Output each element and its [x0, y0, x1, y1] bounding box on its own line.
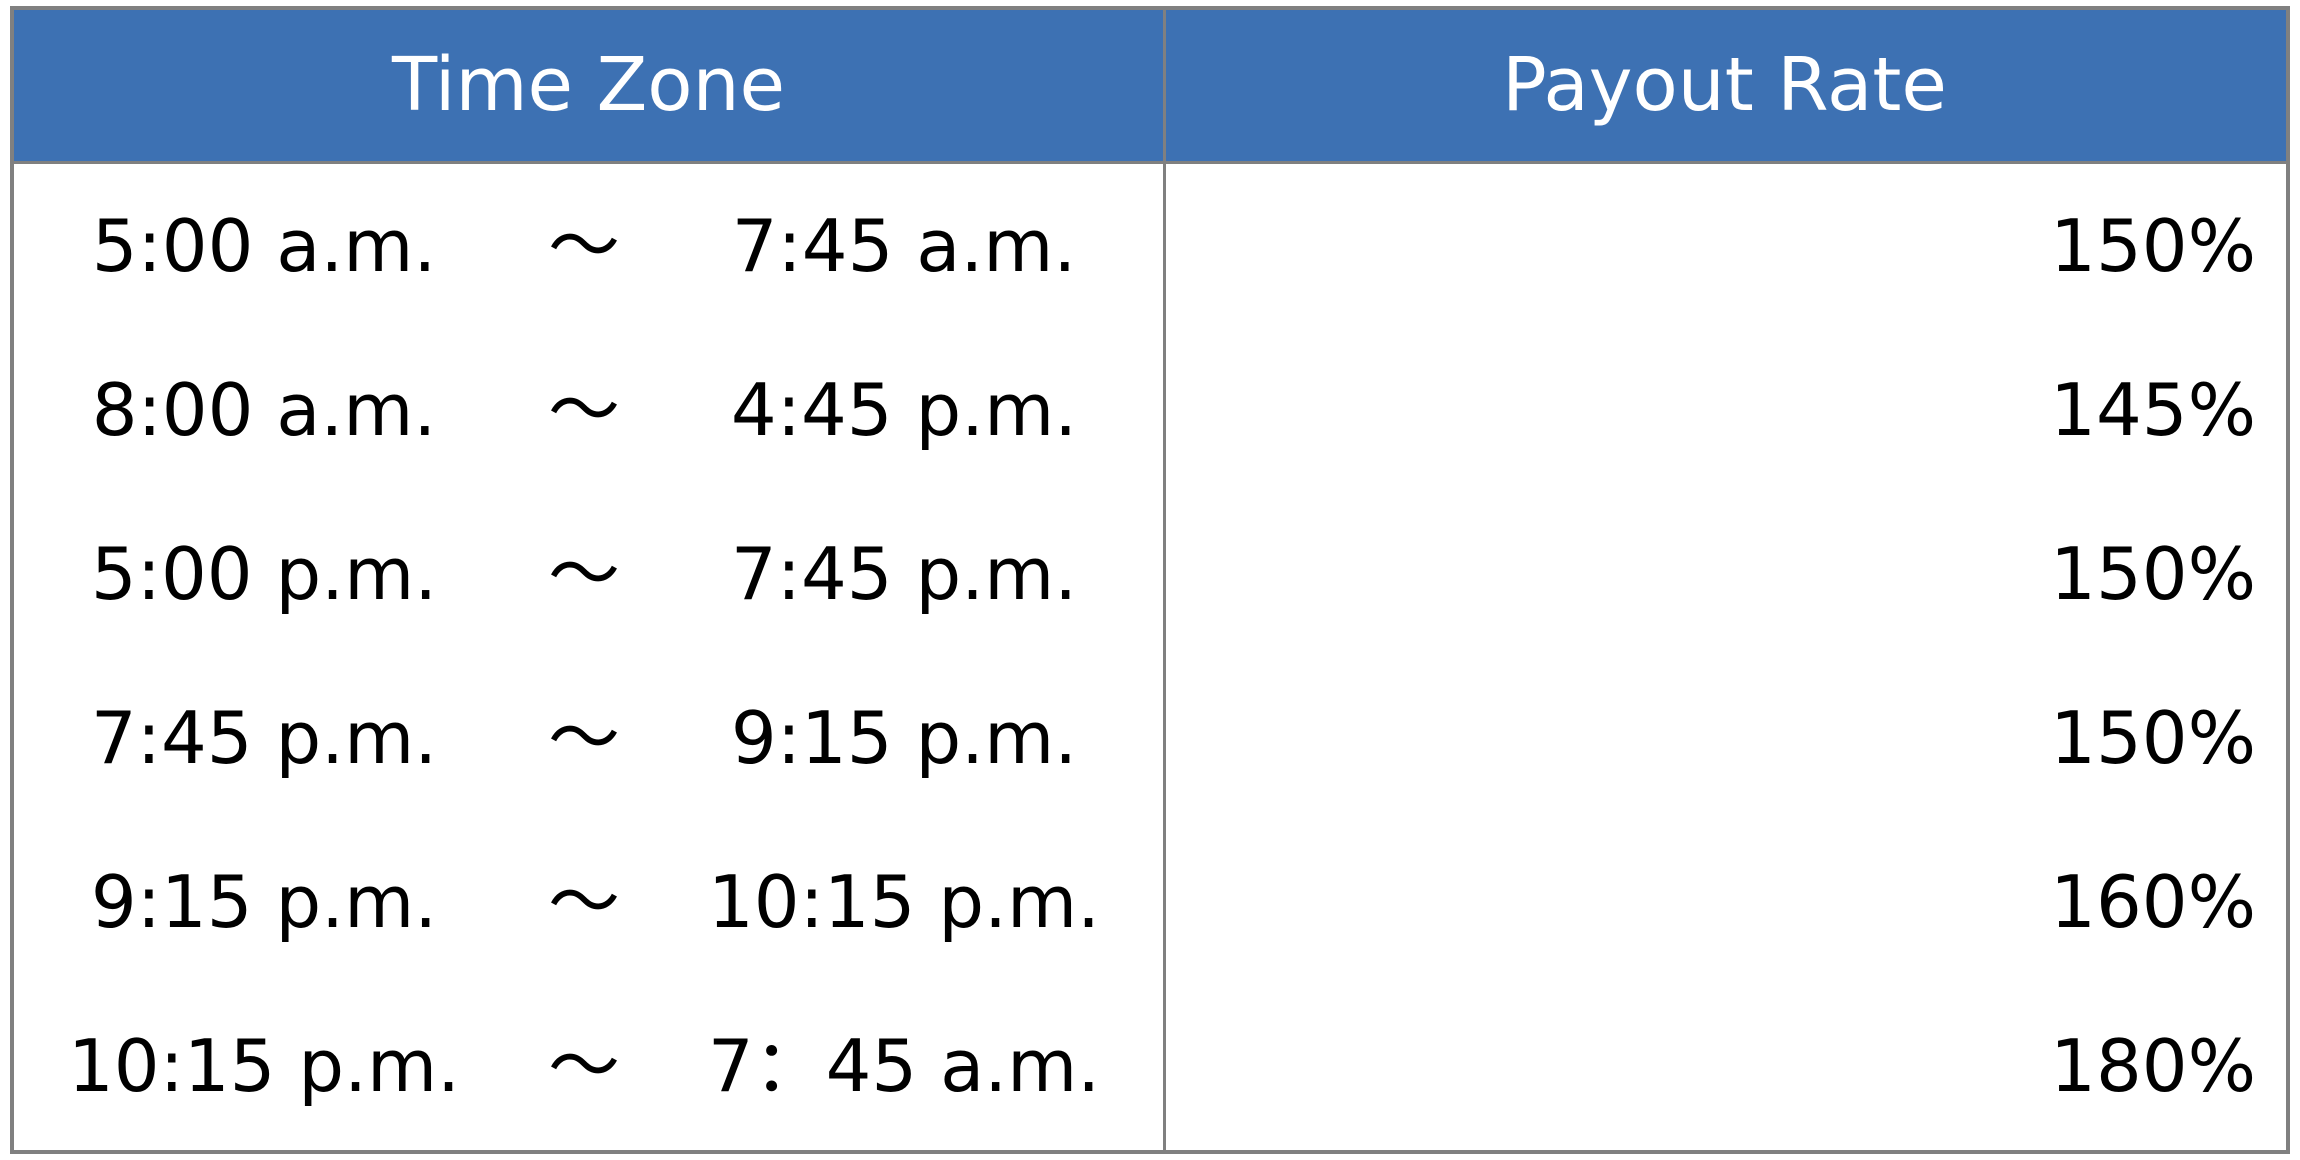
- table-row: 10:15 p.m. ～ 7：45 a.m. 180%: [14, 984, 2286, 1148]
- time-end: 10:15 p.m.: [708, 860, 1100, 944]
- table-row: 9:15 p.m. ～ 10:15 p.m. 160%: [14, 820, 2286, 984]
- payout-rate: 180%: [2050, 1024, 2256, 1108]
- payout-rate: 150%: [2050, 532, 2256, 616]
- time-separator: ～: [547, 1024, 620, 1108]
- header-payout-rate: Payout Rate: [1502, 42, 1947, 128]
- table-body: 5:00 a.m. ～ 7:45 a.m. 150% 8:00 a.m. ～ 4…: [14, 164, 2286, 1150]
- header-time-zone: Time Zone: [391, 42, 786, 128]
- time-end: 7：45 a.m.: [707, 1024, 1101, 1108]
- table-row: 5:00 p.m. ～ 7:45 p.m. 150%: [14, 492, 2286, 656]
- time-start: 8:00 a.m.: [91, 368, 437, 452]
- time-end: 4:45 p.m.: [730, 368, 1078, 452]
- time-separator: ～: [547, 532, 620, 616]
- time-start: 9:15 p.m.: [90, 860, 438, 944]
- payout-rate: 150%: [2050, 696, 2256, 780]
- time-separator: ～: [547, 368, 620, 452]
- payout-rate: 160%: [2050, 860, 2256, 944]
- time-end: 7:45 a.m.: [731, 204, 1077, 288]
- time-separator: ～: [547, 696, 620, 780]
- table-row: 7:45 p.m. ～ 9:15 p.m. 150%: [14, 656, 2286, 820]
- time-end: 7:45 p.m.: [730, 532, 1078, 616]
- time-start: 5:00 p.m.: [90, 532, 438, 616]
- table-header: Time Zone Payout Rate: [14, 10, 2286, 164]
- time-start: 10:15 p.m.: [68, 1024, 460, 1108]
- time-separator: ～: [547, 204, 620, 288]
- payout-rate-table: Time Zone Payout Rate 5:00 a.m. ～ 7:45 a…: [10, 6, 2290, 1154]
- payout-rate: 145%: [2050, 368, 2256, 452]
- time-separator: ～: [547, 860, 620, 944]
- table-row: 8:00 a.m. ～ 4:45 p.m. 145%: [14, 328, 2286, 492]
- table-row: 5:00 a.m. ～ 7:45 a.m. 150%: [14, 164, 2286, 328]
- time-start: 7:45 p.m.: [90, 696, 438, 780]
- payout-rate: 150%: [2050, 204, 2256, 288]
- time-start: 5:00 a.m.: [91, 204, 437, 288]
- time-end: 9:15 p.m.: [730, 696, 1078, 780]
